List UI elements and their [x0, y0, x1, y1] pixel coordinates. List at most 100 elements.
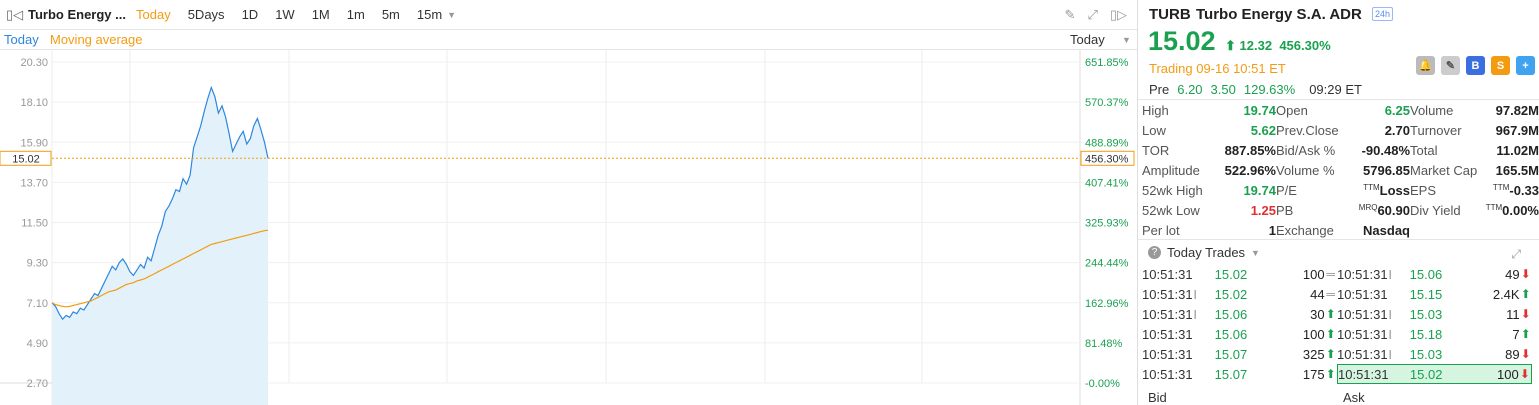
collapse-icon[interactable]: ▯◁	[6, 7, 23, 23]
stat-value: 5.62	[1250, 122, 1276, 138]
divider	[1138, 239, 1539, 240]
range-tab[interactable]: 5Days	[188, 7, 225, 22]
fullscreen-icon[interactable]: ⤢	[1087, 7, 1097, 23]
stat-value: 97.82M	[1495, 102, 1539, 118]
trade-field: 15.18	[1409, 326, 1443, 342]
trade-field: I	[1193, 286, 1198, 302]
stat-row: 52wk High 19.74 P/E TTM Loss EPS TTM -0.33	[1142, 180, 1539, 200]
buy-button[interactable]: B	[1466, 56, 1485, 75]
trade-field: 15.07	[1214, 366, 1248, 382]
panel-toggle-icon[interactable]: ▯▷	[1110, 7, 1127, 23]
stat-label: Prev.Close	[1276, 122, 1339, 138]
stat-value: 165.5M	[1495, 162, 1539, 178]
trade-field: 15.03	[1409, 346, 1443, 362]
table-row: 10:51:31 15.06 100 ⬆ 10:51:31 I 15.18 7 ⬆	[1142, 324, 1535, 344]
stat-value: 19.74	[1243, 102, 1276, 118]
help-icon[interactable]: ?	[1148, 246, 1161, 259]
chevron-down-icon[interactable]: ▼	[1122, 35, 1131, 45]
add-button[interactable]: +	[1516, 56, 1535, 75]
trading-status: Trading 09-16 10:51 ET	[1149, 61, 1286, 76]
chart-toolbar: ▯◁ Turbo Energy ... Today 5Days 1D 1W 1M 1m 5m…	[0, 0, 1137, 30]
stat-value: 887.85%	[1224, 142, 1276, 158]
trade-field: 49	[1505, 266, 1520, 282]
stat-row: Low 5.62 Prev.Close 2.70 Turnover 967.9M	[1142, 120, 1539, 140]
stat-value: 5796.85	[1363, 162, 1410, 178]
today-trades-header[interactable]: ? Today Trades ▼	[1148, 245, 1260, 260]
stat-value: Loss	[1379, 182, 1410, 198]
stat-sup: TTM	[1485, 202, 1503, 212]
y-tick-label: 15.90	[20, 137, 48, 149]
stat-value: 1.25	[1250, 202, 1276, 218]
expand-icon[interactable]: ⤢	[1511, 247, 1521, 262]
stat-label: TOR	[1142, 142, 1170, 158]
trade-cell: 10:51:31 I 15.03 89 ⬇	[1337, 344, 1532, 364]
trade-cell: 10:51:31 15.06 100 ⬆	[1142, 324, 1337, 344]
stat-label: 52wk Low	[1142, 202, 1200, 218]
stat-label: Turnover	[1410, 122, 1462, 138]
trade-field: 10:51:31	[1142, 366, 1193, 382]
table-row: 10:51:31 I 15.06 30 ⬆ 10:51:31 I 15.03 11 ⬇	[1142, 304, 1535, 324]
stat-label: Exchange	[1276, 222, 1334, 238]
equal-icon: ═	[1326, 287, 1336, 301]
trade-field: 44	[1310, 286, 1325, 302]
trade-field: 89	[1505, 346, 1520, 362]
stat-value: Nasdaq	[1363, 222, 1410, 238]
range-tab[interactable]: 1m	[347, 7, 365, 22]
bid-label: Bid	[1148, 390, 1167, 405]
trade-field: 15.07	[1214, 346, 1248, 362]
trade-field: 10:51:31	[1142, 266, 1193, 282]
range-tab[interactable]: 5m	[382, 7, 400, 22]
intraday-chart[interactable]: 20.30 651.85% 18.10 570.37% 15.90 488.89% 13.7…	[0, 50, 1137, 405]
trade-field: 10:51:31	[1142, 346, 1193, 362]
trade-cell: 10:51:31 15.07 175 ⬆	[1142, 364, 1337, 384]
stat-row: High 19.74 Open 6.25 Volume 97.82M	[1142, 100, 1539, 120]
stat-value: 522.96%	[1224, 162, 1276, 178]
stats-grid: High 19.74 Open 6.25 Volume 97.82M Low 5.62 Prev…	[1142, 100, 1539, 240]
trade-cell: 10:51:31 I 15.06 49 ⬇	[1337, 264, 1532, 284]
trade-field: 15.06	[1214, 326, 1248, 342]
table-row: 10:51:31 15.07 325 ⬆ 10:51:31 I 15.03 89 ⬇	[1142, 344, 1535, 364]
trade-field: 10:51:31	[1338, 366, 1389, 382]
range-tab[interactable]: 15m	[417, 7, 442, 22]
trade-field: I	[1388, 346, 1393, 362]
period-select[interactable]: Today	[1070, 32, 1105, 47]
ticker-symbol: TURB	[1149, 6, 1191, 23]
trade-field: 10:51:31	[1142, 326, 1193, 342]
trade-field: 2.4K	[1492, 286, 1520, 302]
pencil-icon[interactable]: ✎	[1065, 7, 1076, 23]
trade-cell: 10:51:31 15.15 2.4K ⬆	[1337, 284, 1532, 304]
stat-row: Per lot 1 Exchange Nasdaq	[1142, 220, 1539, 240]
note-icon[interactable]: ✎	[1441, 56, 1460, 75]
y-tick-label: 2.70	[27, 378, 48, 390]
stat-value: 2.70	[1384, 122, 1410, 138]
trade-field: I	[1193, 306, 1198, 322]
bell-icon[interactable]: 🔔	[1416, 56, 1435, 75]
y-tick-label-pct: 407.41%	[1085, 177, 1129, 189]
range-tab[interactable]: 1W	[275, 7, 295, 22]
stat-label: High	[1142, 102, 1169, 118]
arrow-up-icon: ⬆	[1225, 38, 1236, 53]
y-tick-label: 7.10	[27, 298, 48, 310]
trade-field: 10:51:31	[1142, 306, 1193, 322]
sell-button[interactable]: S	[1491, 56, 1510, 75]
y-tick-label-pct: 651.85%	[1085, 57, 1129, 69]
indicator-bar: Today Moving average Today ▼	[0, 30, 1137, 50]
current-price-label: 15.02	[12, 153, 40, 165]
current-pct-label: 456.30%	[1085, 153, 1129, 165]
trade-cell: 10:51:31 15.02 100 ⬇	[1337, 364, 1532, 384]
trade-cell: 10:51:31 15.07 325 ⬆	[1142, 344, 1337, 364]
chevron-down-icon[interactable]: ▼	[1251, 248, 1260, 258]
arrow-up-icon: ⬆	[1520, 287, 1531, 301]
stat-label: Open	[1276, 102, 1308, 118]
range-tab[interactable]: 1D	[242, 7, 259, 22]
range-tab[interactable]: Today	[136, 7, 171, 22]
stat-sup: MRQ	[1358, 202, 1378, 212]
table-row: 10:51:31 15.07 175 ⬆ 10:51:31 15.02 100 ⬇	[1142, 364, 1535, 384]
range-tab[interactable]: 1M	[312, 7, 330, 22]
y-tick-label: 20.30	[20, 57, 48, 69]
stat-label: Total	[1410, 142, 1438, 158]
stat-row: 52wk Low 1.25 PB MRQ 60.90 Div Yield TTM 0.00%	[1142, 200, 1539, 220]
trade-field: 100	[1302, 266, 1325, 282]
stat-value: -90.48%	[1361, 142, 1410, 158]
chevron-down-icon[interactable]: ▼	[447, 10, 456, 20]
